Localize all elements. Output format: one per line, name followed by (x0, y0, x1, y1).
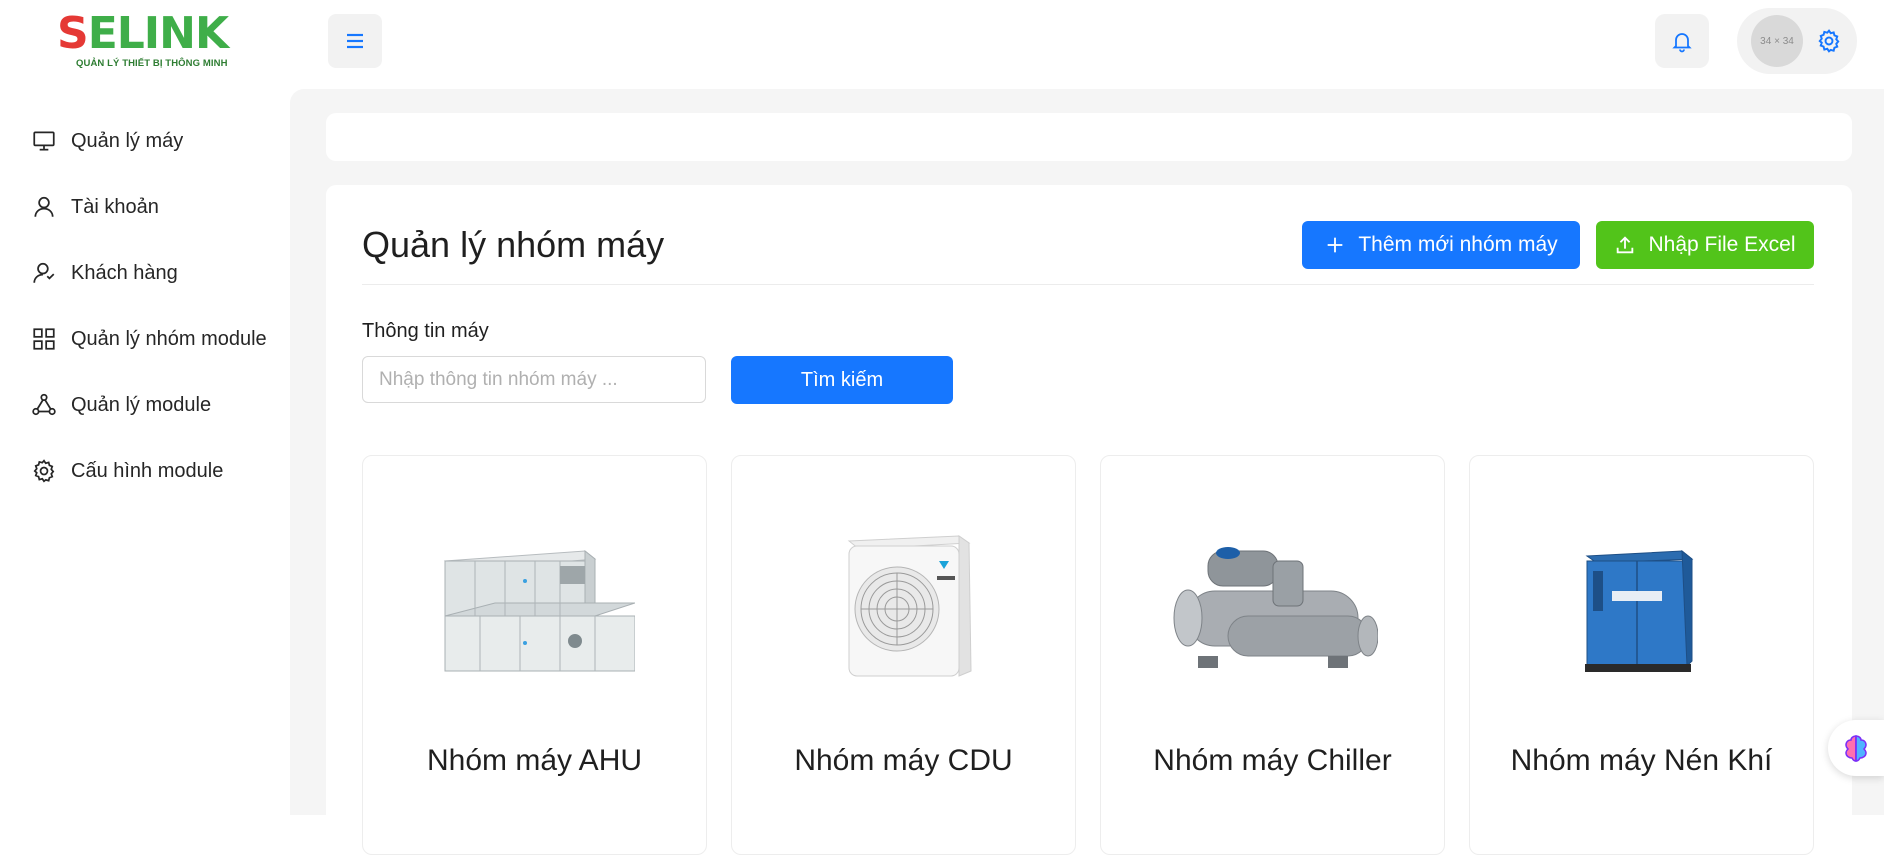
settings-button[interactable] (1815, 27, 1843, 55)
import-excel-button[interactable]: Nhập File Excel (1596, 221, 1814, 269)
sidebar-item-accounts[interactable]: Tài khoản (0, 174, 290, 240)
search-label: Thông tin máy (362, 320, 489, 342)
notifications-button[interactable] (1655, 14, 1709, 68)
sidebar-item-label: Khách hàng (71, 261, 178, 284)
title-divider (362, 284, 1814, 285)
add-button-label: Thêm mới nhóm máy (1358, 233, 1558, 256)
logo-wordmark: S ELINK (57, 8, 229, 59)
add-machine-group-button[interactable]: Thêm mới nhóm máy (1302, 221, 1580, 269)
import-button-label: Nhập File Excel (1648, 233, 1796, 256)
plus-icon (1327, 237, 1343, 253)
air-compressor-image (1470, 506, 1813, 706)
chiller-unit-image (1101, 506, 1444, 706)
bell-icon (1672, 33, 1692, 53)
menu-toggle-button[interactable] (328, 14, 382, 68)
sidebar-item-label: Quản lý nhóm module (71, 327, 267, 350)
group-name: Nhóm máy AHU (426, 744, 643, 777)
sidebar-item-label: Cấu hình module (71, 459, 224, 482)
group-name: Nhóm máy CDU (794, 744, 1013, 777)
machine-group-list: Nhóm máy AHU Nhóm máy CDU Nhóm máy Chill… (362, 455, 1814, 855)
sidebar-item-customers[interactable]: Khách hàng (0, 240, 290, 306)
group-card-ahu[interactable]: Nhóm máy AHU (362, 455, 707, 855)
nodes-icon (30, 391, 58, 419)
group-name: Nhóm máy Chiller (1153, 744, 1392, 777)
sidebar-item-machines[interactable]: Quản lý máy (0, 108, 290, 174)
gear-icon (30, 457, 58, 485)
upload-icon (1617, 236, 1634, 254)
search-input[interactable] (362, 356, 706, 403)
sidebar: S ELINK QUẢN LÝ THIẾT BỊ THÔNG MINH Quản … (0, 0, 290, 815)
logo-letter-s: S (57, 8, 89, 59)
ahu-unit-image (363, 506, 706, 706)
brain-icon (1845, 735, 1867, 762)
group-card-chiller[interactable]: Nhóm máy Chiller (1100, 455, 1445, 855)
avatar[interactable]: 34 × 34 (1751, 15, 1803, 67)
grid-icon (30, 325, 58, 353)
logo-tagline: QUẢN LÝ THIẾT BỊ THÔNG MINH (76, 58, 228, 69)
sidebar-item-modules[interactable]: Quản lý module (0, 372, 290, 438)
breadcrumb (326, 113, 1852, 161)
search-button[interactable]: Tìm kiếm (731, 356, 953, 404)
customers-icon (30, 259, 58, 287)
sidebar-menu: Quản lý máy Tài khoản Khách hàng Quản lý… (0, 108, 290, 504)
assistant-button[interactable] (1828, 720, 1884, 776)
group-card-cdu[interactable]: Nhóm máy CDU (731, 455, 1076, 855)
sidebar-item-label: Quản lý máy (71, 129, 184, 152)
sidebar-item-module-config[interactable]: Cấu hình module (0, 438, 290, 504)
group-name: Nhóm máy Nén Khí (1510, 744, 1773, 777)
monitor-icon (30, 127, 58, 155)
gear-icon (1818, 29, 1840, 53)
brand-logo[interactable]: S ELINK QUẢN LÝ THIẾT BỊ THÔNG MINH (57, 8, 229, 70)
sidebar-item-label: Tài khoản (71, 195, 159, 218)
page-title: Quản lý nhóm máy (362, 224, 665, 265)
sidebar-item-label: Quản lý module (71, 393, 212, 416)
hamburger-icon (347, 33, 363, 49)
sidebar-item-module-groups[interactable]: Quản lý nhóm module (0, 306, 290, 372)
logo-letters: ELINK (87, 8, 229, 59)
user-menu[interactable]: 34 × 34 (1737, 8, 1857, 74)
group-card-air-compressor[interactable]: Nhóm máy Nén Khí (1469, 455, 1814, 855)
cdu-unit-image (732, 506, 1075, 706)
user-icon (30, 193, 58, 221)
